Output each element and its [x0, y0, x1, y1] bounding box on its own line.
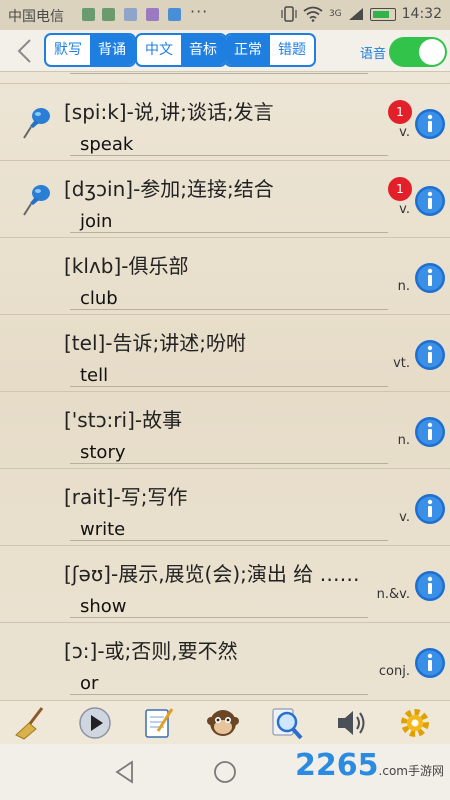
list-item[interactable]: [ɔ:]-或;否则,要不然 or conj.	[0, 623, 450, 700]
mode-segment: 默写 背诵	[44, 33, 136, 67]
mode-dictation-button[interactable]: 默写	[46, 35, 90, 65]
carrier-label: 中国电信	[8, 9, 64, 25]
word-field: club	[70, 284, 388, 310]
word-text: club	[80, 288, 118, 309]
watermark-sub: 手游网	[407, 764, 444, 778]
list-normal-button[interactable]: 正常	[226, 35, 270, 65]
status-bar: 中国电信 ··· 3G 14:32	[0, 0, 450, 30]
word-field: tell	[70, 361, 388, 387]
list-item[interactable]: [tel]-告诉;讲述;吩咐 tell vt.	[0, 315, 450, 392]
magnifier-icon[interactable]	[270, 705, 304, 741]
part-of-speech: v.	[399, 202, 410, 217]
list-item[interactable]: ['stɔ:ri]-故事 story n.	[0, 392, 450, 469]
part-of-speech: vt.	[393, 356, 410, 371]
back-arrow-icon[interactable]	[14, 38, 36, 64]
pin-icon[interactable]	[22, 106, 52, 140]
wifi-icon	[303, 6, 323, 22]
word-field: join	[70, 207, 388, 233]
network-type: 3G	[328, 9, 342, 19]
word-text: tell	[80, 365, 109, 386]
part-of-speech: v.	[399, 125, 410, 140]
word-field: show	[70, 592, 368, 618]
status-right: 3G 14:32	[281, 6, 442, 22]
info-icon[interactable]	[414, 570, 446, 602]
pin-icon[interactable]	[22, 183, 52, 217]
info-icon[interactable]	[414, 339, 446, 371]
list-item[interactable]: [rait]-写;写作 write v.	[0, 469, 450, 546]
mistake-count-badge: 1	[388, 100, 412, 124]
speaker-icon[interactable]	[334, 705, 368, 741]
word-field: story	[70, 438, 388, 464]
word-definition: [dʒɔin]-参加;连接;结合	[64, 177, 274, 201]
voice-toggle[interactable]	[389, 37, 447, 67]
info-icon[interactable]	[414, 493, 446, 525]
nav-home-icon[interactable]	[213, 760, 237, 784]
notepad-icon[interactable]	[142, 705, 176, 741]
monkey-icon[interactable]	[206, 705, 240, 741]
broom-icon[interactable]	[14, 705, 48, 741]
play-icon[interactable]	[78, 705, 112, 741]
watermark-suffix: .com	[378, 764, 408, 778]
word-text: join	[80, 211, 113, 232]
info-icon[interactable]	[414, 416, 446, 448]
word-list[interactable]: [spi:k]-说,讲;谈话;发言 speak v. 1 [dʒɔin]-参加;…	[0, 72, 450, 700]
mistake-count-badge: 1	[388, 177, 412, 201]
display-phonetic-button[interactable]: 音标	[181, 35, 225, 65]
battery-icon	[369, 7, 396, 21]
watermark-brand: 2265	[295, 748, 379, 783]
previous-row-line	[70, 72, 368, 74]
vibrate-icon	[281, 6, 297, 22]
toggle-knob	[419, 39, 445, 65]
watermark-logo: 2265.com手游网	[295, 748, 444, 783]
bottom-toolbar	[0, 700, 450, 744]
info-icon[interactable]	[414, 262, 446, 294]
part-of-speech: n.	[397, 279, 410, 294]
word-field: speak	[70, 130, 388, 156]
list-item[interactable]: [spi:k]-说,讲;谈话;发言 speak v. 1	[0, 84, 450, 161]
list-mistakes-button[interactable]: 错题	[270, 35, 314, 65]
gear-icon[interactable]	[398, 705, 432, 741]
part-of-speech: conj.	[378, 664, 410, 679]
info-icon[interactable]	[414, 647, 446, 679]
notification-icon	[168, 8, 181, 21]
word-text: or	[80, 673, 99, 694]
list-item[interactable]: [klʌb]-俱乐部 club n.	[0, 238, 450, 315]
notification-icon	[82, 8, 95, 21]
part-of-speech: n.	[397, 433, 410, 448]
list-item[interactable]: [ʃəʊ]-展示,展览(会);演出 给 …… show n.&v.	[0, 546, 450, 623]
signal-icon	[348, 8, 363, 20]
word-definition: ['stɔ:ri]-故事	[64, 408, 183, 432]
word-text: write	[80, 519, 126, 540]
list-item[interactable]: [dʒɔin]-参加;连接;结合 join v. 1	[0, 161, 450, 238]
word-text: speak	[80, 134, 134, 155]
word-field: or	[70, 669, 368, 695]
system-nav-bar: 2265.com手游网	[0, 744, 450, 800]
word-text: story	[80, 442, 126, 463]
word-text: show	[80, 596, 127, 617]
notification-icon	[146, 8, 159, 21]
voice-label: 语音	[360, 47, 387, 62]
word-field: write	[70, 515, 388, 541]
word-definition: [ɔ:]-或;否则,要不然	[64, 639, 238, 663]
notification-icon	[102, 8, 115, 21]
part-of-speech: n.&v.	[376, 587, 410, 602]
word-definition: [ʃəʊ]-展示,展览(会);演出 给 ……	[64, 562, 360, 586]
word-definition: [klʌb]-俱乐部	[64, 254, 189, 278]
info-icon[interactable]	[414, 185, 446, 217]
word-definition: [spi:k]-说,讲;谈话;发言	[64, 100, 274, 124]
clock: 14:32	[401, 6, 442, 22]
mode-recite-button[interactable]: 背诵	[90, 35, 134, 65]
word-definition: [rait]-写;写作	[64, 485, 188, 509]
notification-icon	[124, 8, 137, 21]
app-toolbar: 默写 背诵 中文 音标 正常 错题 语音	[0, 30, 450, 72]
part-of-speech: v.	[399, 510, 410, 525]
display-chinese-button[interactable]: 中文	[137, 35, 181, 65]
more-notifications: ···	[190, 2, 209, 21]
display-segment: 中文 音标	[135, 33, 227, 67]
word-definition: [tel]-告诉;讲述;吩咐	[64, 331, 247, 355]
nav-back-icon[interactable]	[114, 760, 136, 784]
info-icon[interactable]	[414, 108, 446, 140]
list-segment: 正常 错题	[224, 33, 316, 67]
